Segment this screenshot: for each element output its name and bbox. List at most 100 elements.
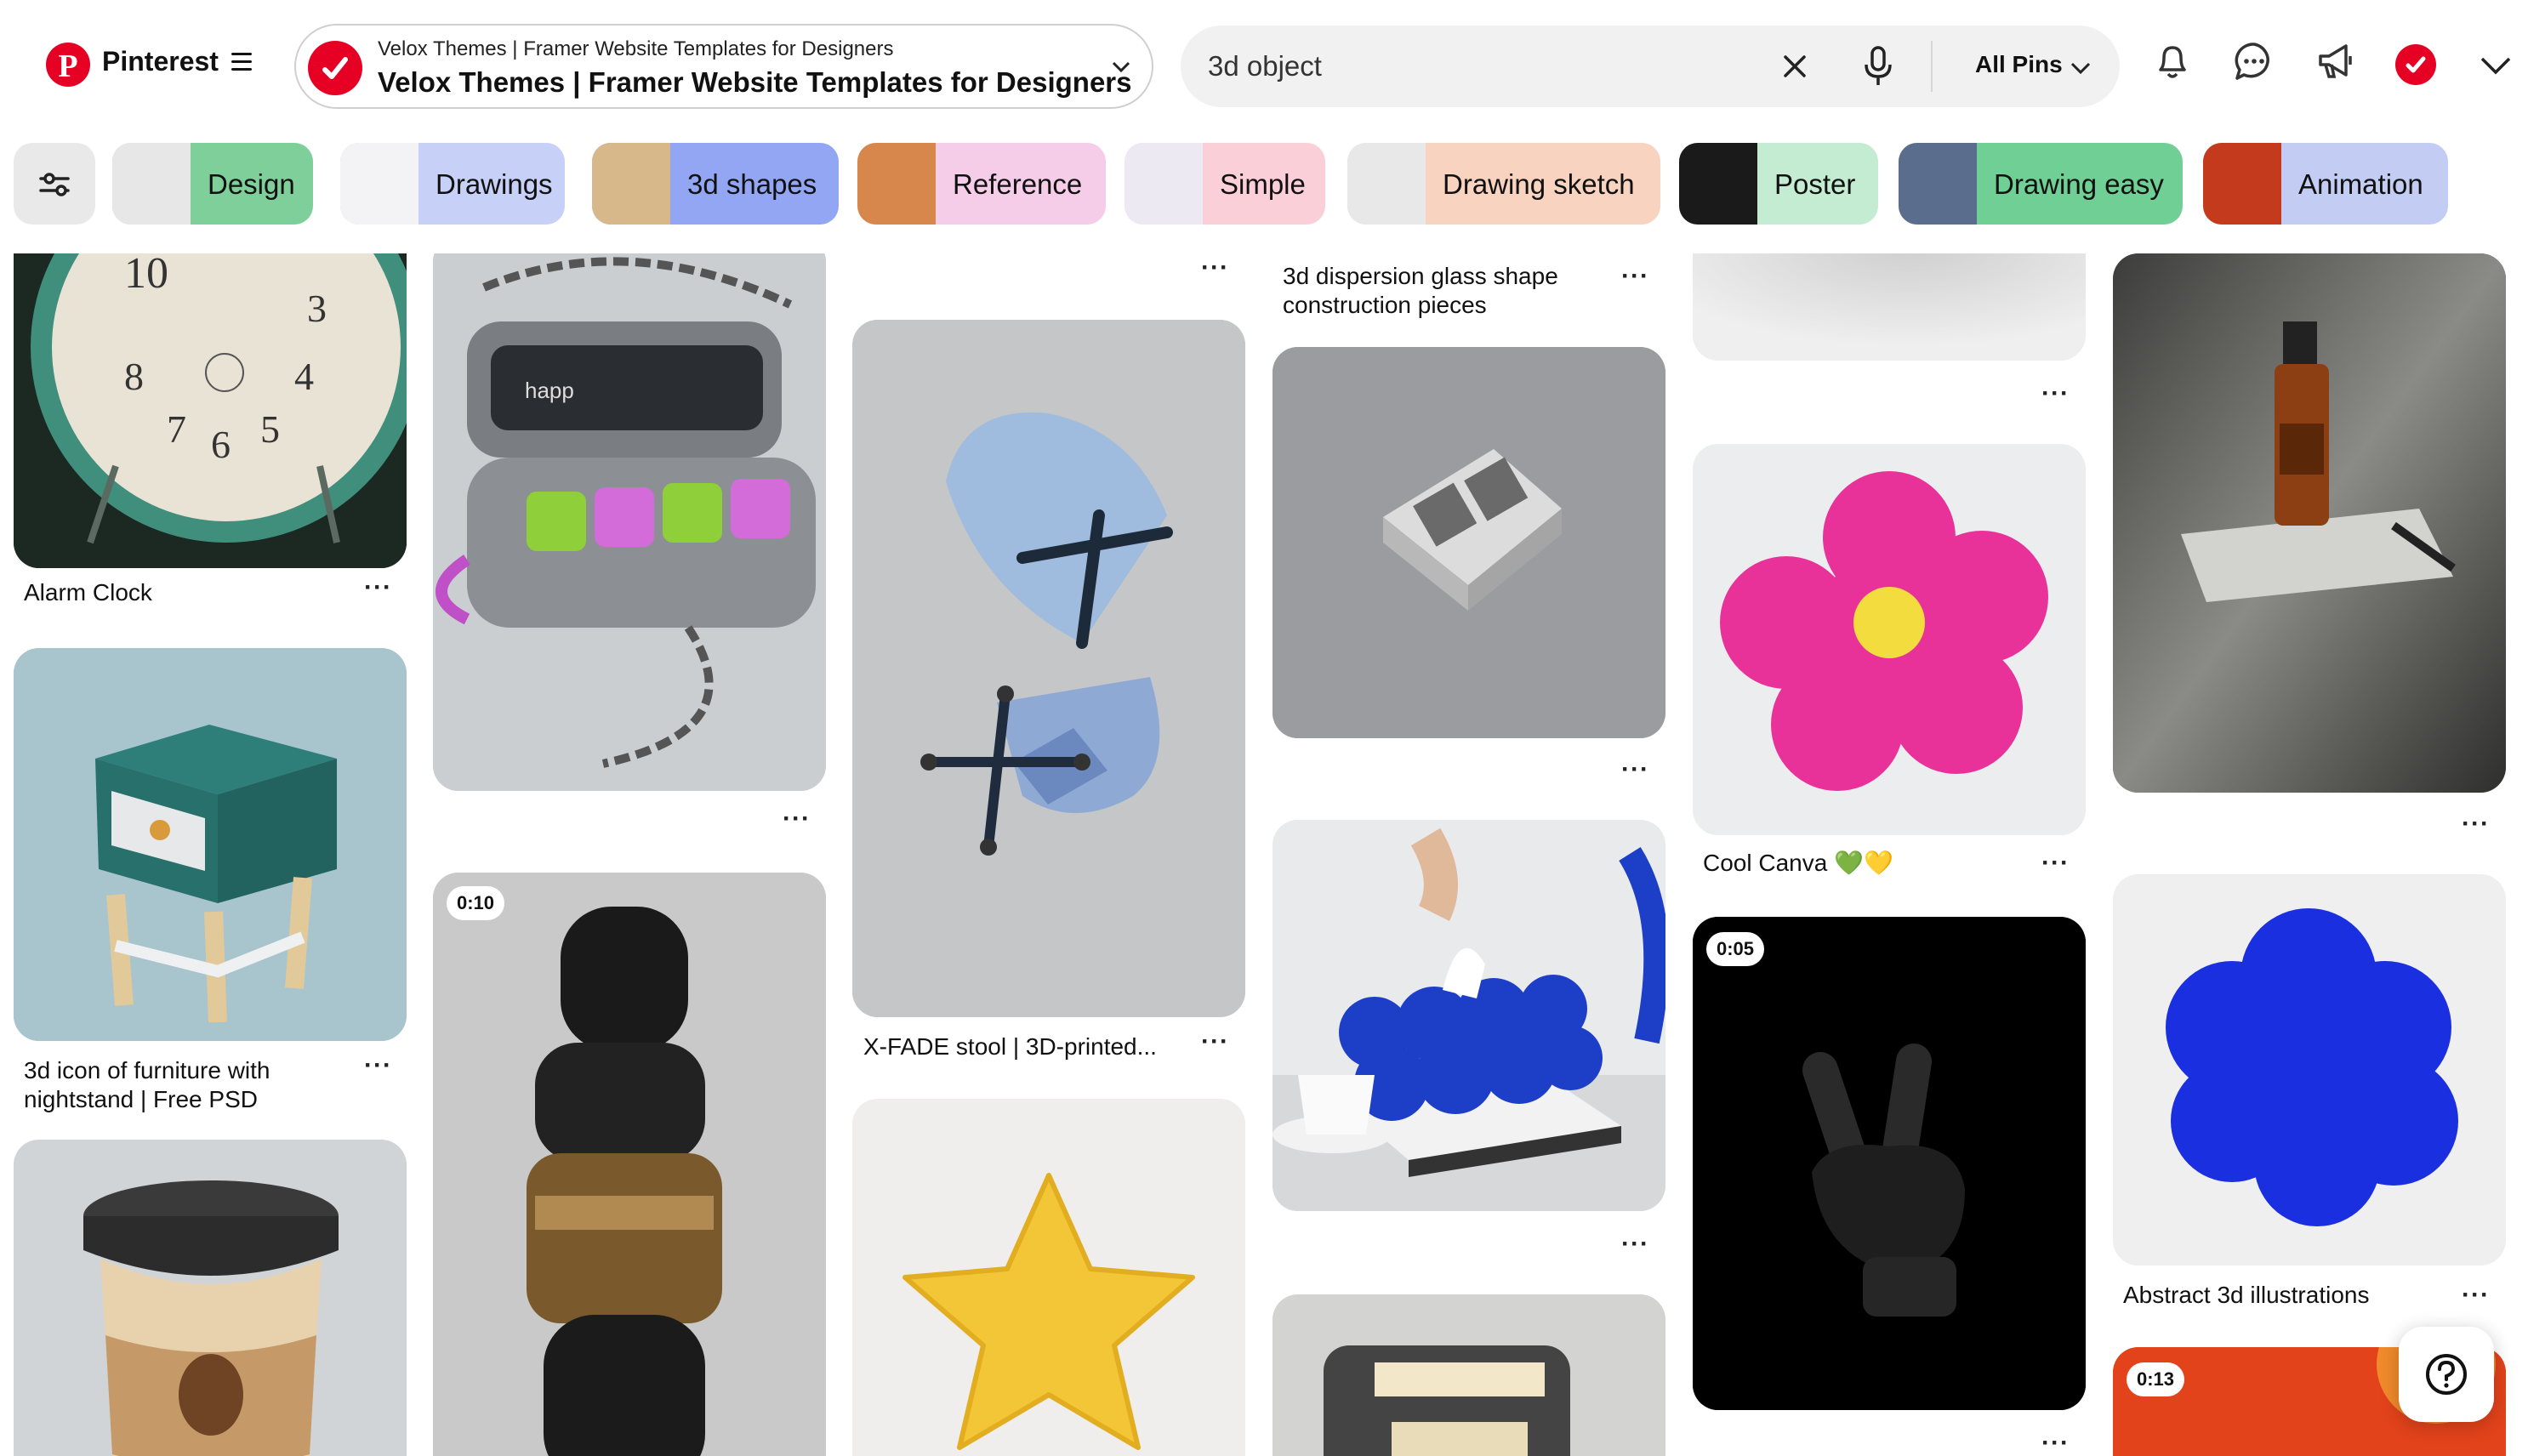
pin-grid: 10 3 4 5 6 7 8 Alarm Clock ··· 3d icon o… xyxy=(0,253,2528,1456)
chip-label: Design xyxy=(208,168,295,200)
notifications-bell-icon[interactable] xyxy=(2149,37,2196,85)
svg-text:7: 7 xyxy=(167,407,186,451)
more-options-icon[interactable]: ··· xyxy=(364,573,392,602)
more-options-icon[interactable]: ··· xyxy=(2462,810,2490,839)
pin-image-serum-bottle[interactable] xyxy=(2113,253,2506,793)
pin-video-twisted-rolls[interactable]: 0:10 xyxy=(433,873,826,1456)
chip-label: Reference xyxy=(953,168,1083,200)
pin-type-filter[interactable]: All Pins xyxy=(1975,51,2063,78)
chip-thumbnail xyxy=(1347,143,1426,225)
top-navigation-bar: P Pinterest Velox Themes | Framer Websit… xyxy=(0,0,2528,136)
brand-name[interactable]: Pinterest xyxy=(102,46,219,77)
pin-image-xfade-stool[interactable] xyxy=(852,320,1245,1017)
sliders-icon xyxy=(39,173,70,196)
chip-thumbnail xyxy=(1899,143,1977,225)
pinterest-logo-icon[interactable]: P xyxy=(46,43,90,87)
more-options-icon[interactable]: ··· xyxy=(2462,1281,2490,1310)
more-options-icon[interactable]: ··· xyxy=(1621,755,1649,784)
chip-3d-shapes[interactable]: 3d shapes xyxy=(592,143,839,225)
chip-animation[interactable]: Animation xyxy=(2203,143,2448,225)
chip-label: Simple xyxy=(1220,168,1306,200)
svg-text:happ: happ xyxy=(525,378,574,403)
pin-image-nightstand[interactable] xyxy=(14,648,407,1041)
chip-thumbnail xyxy=(857,143,936,225)
pin-video-peace-hand[interactable]: 0:05 xyxy=(1693,917,2086,1410)
search-bar: All Pins xyxy=(1181,26,2120,107)
search-divider xyxy=(1931,41,1933,92)
video-duration-badge: 0:13 xyxy=(2127,1362,2185,1396)
board-subtitle: Velox Themes | Framer Website Templates … xyxy=(378,37,894,60)
pin-title[interactable]: 3d dispersion glass shape xyxy=(1283,262,1558,291)
more-options-icon[interactable]: ··· xyxy=(2041,1429,2070,1456)
svg-text:10: 10 xyxy=(124,253,168,298)
more-options-icon[interactable]: ··· xyxy=(1621,1230,1649,1259)
video-duration-badge: 0:10 xyxy=(447,886,505,920)
chip-reference[interactable]: Reference xyxy=(857,143,1106,225)
chip-thumbnail xyxy=(592,143,670,225)
more-options-icon[interactable]: ··· xyxy=(1621,262,1649,291)
more-options-icon[interactable]: ··· xyxy=(2041,849,2070,878)
board-selector[interactable]: Velox Themes | Framer Website Templates … xyxy=(294,24,1153,109)
pin-image-fluffy-blob[interactable] xyxy=(2113,874,2506,1265)
chip-label: Animation xyxy=(2298,168,2423,200)
pin-image-fluffy-flower[interactable] xyxy=(1693,444,2086,835)
chips-fade xyxy=(2468,136,2528,230)
clear-search-icon[interactable] xyxy=(1774,46,1815,87)
svg-text:8: 8 xyxy=(124,355,144,398)
chevron-down-icon[interactable] xyxy=(1109,54,1133,82)
pin-title-line2[interactable]: construction pieces xyxy=(1283,291,1487,320)
profile-avatar[interactable] xyxy=(2395,44,2436,85)
pin-image-alarm-clock[interactable]: 10 3 4 5 6 7 8 xyxy=(14,253,407,568)
pin-title[interactable]: Alarm Clock xyxy=(24,578,152,607)
filter-button[interactable] xyxy=(14,143,95,225)
chip-label: 3d shapes xyxy=(687,168,817,200)
messages-icon[interactable] xyxy=(2230,37,2278,85)
pin-image-gradient[interactable] xyxy=(1693,253,2086,361)
chip-poster[interactable]: Poster xyxy=(1679,143,1878,225)
question-mark-icon xyxy=(2426,1354,2467,1395)
chip-simple[interactable]: Simple xyxy=(1125,143,1325,225)
chip-drawing-easy[interactable]: Drawing easy xyxy=(1899,143,2183,225)
pin-image-concrete-block[interactable] xyxy=(1273,347,1665,738)
more-options-icon[interactable]: ··· xyxy=(1201,1027,1229,1056)
chip-thumbnail xyxy=(340,143,418,225)
related-search-chips: Design Drawings 3d shapes Reference Simple Dr… xyxy=(0,136,2528,230)
board-title: Velox Themes | Framer Website Templates … xyxy=(378,66,1132,98)
menu-icon[interactable] xyxy=(231,53,252,71)
pin-image-coffee-cup[interactable] xyxy=(14,1140,407,1456)
pin-title[interactable]: Abstract 3d illustrations xyxy=(2123,1281,2369,1310)
account-chevron-down-icon[interactable] xyxy=(2477,49,2514,84)
pin-image-keypad-device[interactable]: happ xyxy=(433,253,826,791)
chip-label: Drawings xyxy=(436,168,553,200)
search-input[interactable] xyxy=(1208,46,1718,87)
more-options-icon[interactable]: ··· xyxy=(2041,379,2070,408)
updates-megaphone-icon[interactable] xyxy=(2312,37,2360,85)
video-duration-badge: 0:05 xyxy=(1706,932,1765,966)
help-button[interactable] xyxy=(2399,1327,2494,1422)
pin-title-line2[interactable]: nightstand | Free PSD xyxy=(24,1085,258,1114)
svg-text:3: 3 xyxy=(307,287,327,330)
pin-image-bubble-tissue-box[interactable] xyxy=(1273,820,1665,1211)
chip-thumbnail xyxy=(112,143,191,225)
more-options-icon[interactable]: ··· xyxy=(364,1051,392,1080)
chip-drawings[interactable]: Drawings xyxy=(340,143,565,225)
pin-title[interactable]: 3d icon of furniture with xyxy=(24,1056,270,1085)
more-options-icon[interactable]: ··· xyxy=(1201,253,1229,282)
pin-title[interactable]: Cool Canva 💚💛 xyxy=(1703,849,1893,878)
chip-drawing-sketch[interactable]: Drawing sketch xyxy=(1347,143,1660,225)
pin-image-lamp[interactable] xyxy=(1273,1294,1665,1456)
chip-thumbnail xyxy=(2203,143,2281,225)
svg-text:6: 6 xyxy=(211,423,231,466)
pin-title[interactable]: X-FADE stool | 3D-printed... xyxy=(863,1032,1157,1061)
svg-text:5: 5 xyxy=(260,407,280,451)
chip-label: Drawing easy xyxy=(1994,168,2164,200)
board-avatar-icon xyxy=(308,41,362,95)
pin-image-star[interactable] xyxy=(852,1099,1245,1456)
chip-design[interactable]: Design xyxy=(112,143,313,225)
microphone-icon[interactable] xyxy=(1858,43,1899,90)
chip-label: Drawing sketch xyxy=(1443,168,1635,200)
chip-thumbnail xyxy=(1125,143,1203,225)
chevron-down-icon[interactable] xyxy=(2069,58,2092,82)
more-options-icon[interactable]: ··· xyxy=(783,805,811,833)
svg-text:4: 4 xyxy=(294,355,314,398)
